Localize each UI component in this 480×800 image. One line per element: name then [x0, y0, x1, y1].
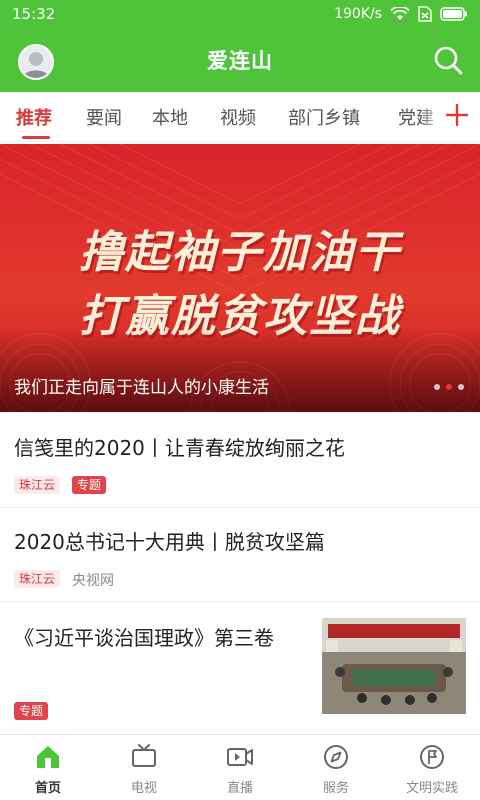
carousel-dot-active[interactable]: [446, 384, 452, 390]
app-header: 爱连山: [0, 28, 480, 92]
banner-overlay: [0, 328, 480, 412]
banner-caption: 我们正走向属于连山人的小康生活: [14, 378, 269, 398]
channel-tabs: 推荐 要闻 本地 视频 部门乡镇 党建: [0, 92, 480, 142]
tab-recommend[interactable]: 推荐: [16, 104, 52, 130]
tab-departments-towns[interactable]: 部门乡镇: [288, 104, 360, 130]
carousel-indicator: [434, 384, 464, 390]
no-sim-icon: [418, 6, 432, 22]
nav-label: 电视: [130, 781, 157, 796]
news-item[interactable]: 信笺里的2020丨让青春绽放绚丽之花 珠江云 专题: [0, 412, 480, 508]
nav-label: 直播: [226, 781, 253, 796]
publisher-label: 央视网: [72, 573, 114, 589]
nav-service[interactable]: 服务: [288, 735, 384, 800]
carousel-dot[interactable]: [458, 384, 464, 390]
app-title: 爱连山: [207, 49, 273, 73]
search-icon[interactable]: [432, 44, 464, 76]
tv-icon: [132, 744, 156, 767]
topic-tag: 专题: [14, 702, 49, 720]
nav-tv[interactable]: 电视: [96, 735, 192, 800]
add-channel-button[interactable]: [444, 100, 470, 130]
news-thumbnail: [322, 618, 466, 714]
news-item[interactable]: 2020总书记十大用典丨脱贫攻坚篇 珠江云 央视网: [0, 508, 480, 602]
news-item[interactable]: 《习近平谈治国理政》第三卷 专题: [0, 602, 480, 734]
topic-tag: 专题: [72, 476, 107, 494]
battery-icon: [440, 7, 467, 21]
wifi-icon: [390, 7, 410, 20]
banner-headline-line1: 撸起袖子加油干: [79, 227, 401, 278]
network-speed: 190K/s: [334, 6, 382, 22]
bottom-navigation: 首页 电视 直播 服务 文明实践: [0, 734, 480, 800]
tab-video[interactable]: 视频: [220, 104, 256, 130]
news-title: 2020总书记十大用典丨脱贫攻坚篇: [14, 530, 325, 554]
nav-live[interactable]: 直播: [192, 735, 288, 800]
nav-label: 首页: [34, 781, 61, 796]
active-tab-indicator: [22, 136, 50, 139]
live-video-icon: [227, 748, 253, 766]
home-icon: [37, 746, 59, 768]
tab-local[interactable]: 本地: [152, 104, 188, 130]
source-tag: 珠江云: [14, 476, 61, 494]
source-tag: 珠江云: [14, 570, 61, 588]
compass-icon: [324, 745, 348, 769]
status-bar: 15:32 190K/s: [0, 0, 480, 28]
news-title: 《习近平谈治国理政》第三卷: [14, 626, 274, 650]
tab-headlines[interactable]: 要闻: [86, 104, 122, 130]
meeting-room-image: [322, 618, 466, 714]
plus-icon: [445, 103, 469, 127]
nav-home[interactable]: 首页: [0, 735, 96, 800]
nav-label: 文明实践: [405, 781, 458, 796]
carousel-dot[interactable]: [434, 384, 440, 390]
news-title: 信笺里的2020丨让青春绽放绚丽之花: [14, 436, 345, 460]
nav-label: 服务: [322, 781, 349, 796]
status-time: 15:32: [12, 5, 56, 23]
tabs-fade: [420, 92, 444, 141]
flag-icon: [420, 745, 444, 769]
banner-carousel[interactable]: 撸起袖子加油干 打赢脱贫攻坚战 我们正走向属于连山人的小康生活: [0, 144, 480, 412]
nav-civilization-practice[interactable]: 文明实践: [384, 735, 480, 800]
